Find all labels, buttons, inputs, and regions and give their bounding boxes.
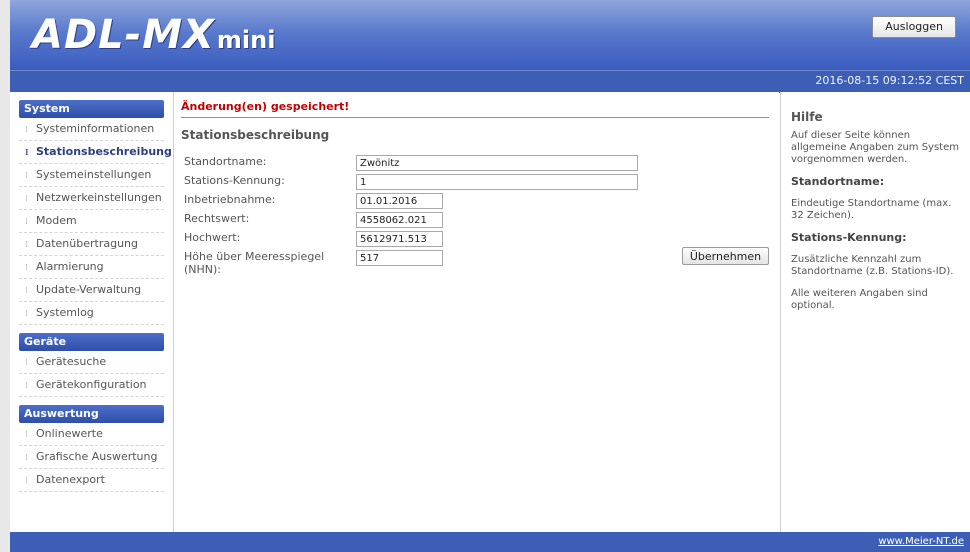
sidebar-item-alarmierung[interactable]: ⁞ Alarmierung [19,256,164,279]
page-title: Stationsbeschreibung [181,128,330,142]
sidebar-item-label: Modem [36,214,77,227]
sidebar-item-systemlog[interactable]: ⁞ Systemlog [19,302,164,325]
sidebar-heading-geraete: Geräte [19,333,164,351]
sidebar-item-grafische-auswertung[interactable]: ⁞ Grafische Auswertung [19,446,164,469]
sidebar-item-modem[interactable]: ⁞ Modem [19,210,164,233]
sidebar: System ⁞ Systeminformationen ⁞ Stationsbes… [10,92,174,532]
sidebar-item-systemeinstellungen[interactable]: ⁞ Systemeinstellungen [19,164,164,187]
sidebar-section-auswertung: Auswertung ⁞ Onlinewerte ⁞ Grafische Auswe… [19,405,164,492]
field-label: Inbetriebnahme: [184,193,276,206]
main-content: Änderung(en) gespeichert! Stationsbeschr… [174,92,779,532]
sidebar-item-label: Datenübertragung [36,237,138,250]
sidebar-item-label: Systemlog [36,306,94,319]
logo-mini-text: mini [216,26,276,54]
field-label: Höhe über Meeresspiegel (NHN): [184,250,325,276]
sidebar-item-label: Alarmierung [36,260,104,273]
bullet-icon: ⁞ [25,263,28,273]
bullet-icon: ⁞ [25,194,28,204]
footer: www.Meier-NT.de [10,532,970,552]
hoehe-input[interactable] [356,250,443,266]
status-bar: 2016-08-15 09:12:52 CEST [10,70,970,93]
bullet-icon: ⁞ [25,148,29,158]
help-text-stations-kennung: Zusätzliche Kennzahl zum Standortname (z… [791,254,954,277]
sidebar-item-label: Systeminformationen [36,122,155,135]
help-heading-standortname: Standortname: [791,175,885,188]
sidebar-heading-auswertung: Auswertung [19,405,164,423]
help-body: Auf dieser Seite können allgemeine Angab… [791,130,966,322]
sidebar-item-label: Gerätesuche [36,355,107,368]
stations-kennung-input[interactable] [356,174,638,190]
sidebar-item-onlinewerte[interactable]: ⁞ Onlinewerte [19,423,164,446]
sidebar-item-label: Grafische Auswertung [36,450,158,463]
help-text-standortname: Eindeutige Standortname (max. 32 Zeichen… [791,198,952,221]
header: ADL-MX mini Ausloggen [10,0,970,70]
sidebar-item-systeminformationen[interactable]: ⁞ Systeminformationen [19,118,164,141]
bullet-icon: ⁞ [25,286,28,296]
help-heading-stations-kennung: Stations-Kennung: [791,231,907,244]
field-label: Standortname: [184,155,267,168]
bullet-icon: ⁞ [25,309,28,319]
sidebar-item-netzwerkeinstellungen[interactable]: ⁞ Netzwerkeinstellungen [19,187,164,210]
rechtswert-input[interactable] [356,212,443,228]
sidebar-item-geraetekonfiguration[interactable]: ⁞ Gerätekonfiguration [19,374,164,397]
bullet-icon: ⁞ [25,381,28,391]
standortname-input[interactable] [356,155,638,171]
bullet-icon: ⁞ [25,125,28,135]
timestamp: 2016-08-15 09:12:52 CEST [815,74,964,87]
sidebar-item-label: Stationsbeschreibung [36,145,172,158]
help-text-optional: Alle weiteren Angaben sind optional. [791,288,928,311]
footer-link[interactable]: www.Meier-NT.de [878,536,964,547]
sidebar-item-stationsbeschreibung[interactable]: ⁞ Stationsbeschreibung [19,141,172,164]
sidebar-item-label: Gerätekonfiguration [36,378,147,391]
inbetriebnahme-input[interactable] [356,193,443,209]
saved-message: Änderung(en) gespeichert! [181,100,350,113]
sidebar-item-geraetesuche[interactable]: ⁞ Gerätesuche [19,351,164,374]
bullet-icon: ⁞ [25,217,28,227]
field-label: Stations-Kennung: [184,174,285,187]
bullet-icon: ⁞ [25,476,28,486]
sidebar-item-label: Systemeinstellungen [36,168,152,181]
help-intro: Auf dieser Seite können allgemeine Angab… [791,130,959,165]
bullet-icon: ⁞ [25,171,28,181]
divider [181,117,769,118]
logo-main-text: ADL-MX [32,12,215,58]
bullet-icon: ⁞ [25,453,28,463]
sidebar-item-label: Update-Verwaltung [36,283,142,296]
bullet-icon: ⁞ [25,240,28,250]
logout-button[interactable]: Ausloggen [872,16,956,38]
sidebar-item-update-verwaltung[interactable]: ⁞ Update-Verwaltung [19,279,164,302]
bullet-icon: ⁞ [25,358,28,368]
field-label: Hochwert: [184,231,241,244]
field-label: Rechtswert: [184,212,250,225]
help-panel: Hilfe Auf dieser Seite können allgemeine… [780,92,970,532]
logo: ADL-MX mini [32,12,275,58]
sidebar-heading-system: System [19,100,164,118]
sidebar-item-label: Datenexport [36,473,105,486]
bullet-icon: ⁞ [25,430,28,440]
sidebar-item-datenexport[interactable]: ⁞ Datenexport [19,469,164,492]
sidebar-item-label: Onlinewerte [36,427,103,440]
help-title: Hilfe [791,110,823,124]
sidebar-section-geraete: Geräte ⁞ Gerätesuche ⁞ Gerätekonfiguration [19,333,164,397]
app-frame: ADL-MX mini Ausloggen 2016-08-15 09:12:5… [10,0,970,552]
hochwert-input[interactable] [356,231,443,247]
sidebar-item-label: Netzwerkeinstellungen [36,191,162,204]
sidebar-item-datenuebertragung[interactable]: ⁞ Datenübertragung [19,233,164,256]
sidebar-section-system: System ⁞ Systeminformationen ⁞ Stationsbes… [19,100,172,325]
apply-button[interactable]: Übernehmen [682,247,769,265]
